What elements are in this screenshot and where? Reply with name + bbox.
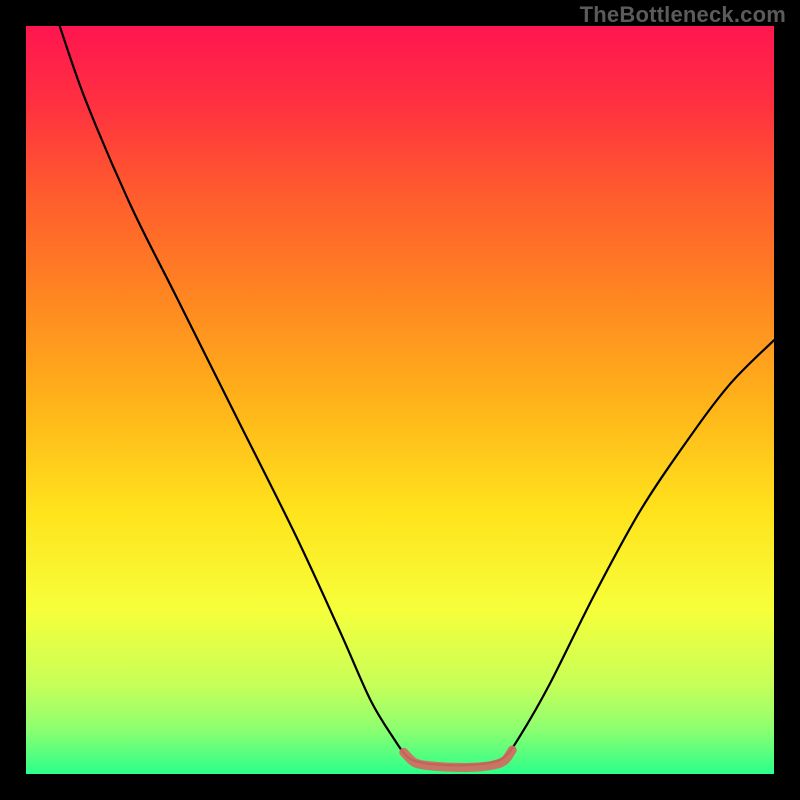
watermark-text: TheBottleneck.com <box>580 2 786 28</box>
plot-background <box>26 26 774 774</box>
bottleneck-chart <box>0 0 800 800</box>
chart-frame: TheBottleneck.com <box>0 0 800 800</box>
